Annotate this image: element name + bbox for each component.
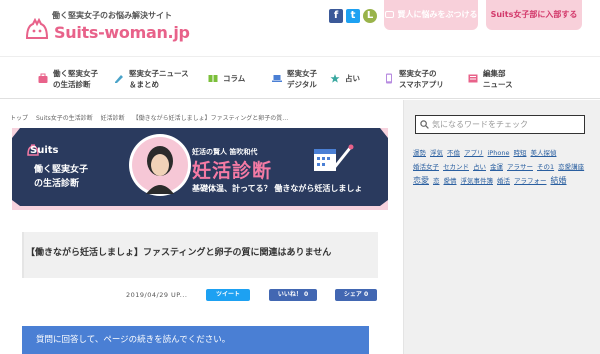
nav-item-fortune[interactable]: 占い [330, 57, 360, 100]
nav-label-line1: 堅実女子の [399, 68, 437, 78]
search-box[interactable] [415, 115, 585, 134]
nav-label-line2: の生活診断 [53, 79, 91, 89]
keyword-tag[interactable]: 運勢 [413, 147, 426, 159]
briefcase-icon [38, 73, 48, 83]
site-header: 働く堅実女子のお悩み解決サイト Suits-woman.jp f t L 賢人に… [0, 0, 600, 56]
search-input[interactable] [432, 117, 582, 132]
keyword-tag-cloud: 運勢 浮気 不倫 アプリ iPhone 時短 美人探偵婚活女子 セカンド 占い 金運 アラサー その1… [413, 147, 589, 189]
keyword-tag[interactable]: 浮気 [430, 147, 443, 159]
banner-subtitle-line2: の生活診断 [34, 179, 80, 189]
banner-brand: Suits [30, 145, 59, 156]
keyword-tag[interactable]: 時短 [513, 147, 526, 159]
pencil-icon [115, 75, 123, 83]
keyword-tag[interactable]: その1 [537, 161, 554, 173]
post-date: 2019/04/29 UP... [126, 291, 188, 299]
nav-label-line1: 編集部 [483, 68, 506, 78]
twitter-icon[interactable]: t [346, 9, 360, 23]
banner-title: 妊活診断 [192, 160, 273, 182]
nav-item-news[interactable]: 堅実女子ニュース ＆まとめ [114, 57, 189, 100]
nav-label-line1: コラム [223, 74, 246, 83]
share-button[interactable]: シェア 0 [335, 289, 377, 301]
keyword-tag[interactable]: 婚活女子 [413, 161, 439, 173]
banner-catchphrase: 基礎体温、計ってる？ 働きながら妊活しましょ [192, 184, 363, 193]
breadcrumb-item: 【働きながら妊活しましょ】ファスティングと卵子の質… [132, 115, 289, 122]
keyword-tag[interactable]: 占い [473, 161, 486, 173]
nav-label-line1: 占い [345, 74, 360, 83]
nav-item-app[interactable]: 堅実女子の スマホアプリ [384, 57, 444, 100]
keyword-tag[interactable]: 愛情 [444, 175, 457, 187]
global-nav: 働く堅実女子 の生活診断 堅実女子ニュース ＆まとめ コラム 堅実女子 デジタル… [0, 56, 600, 99]
join-button[interactable]: Suits女子部に入部する [486, 0, 582, 30]
nav-item-lifestyle[interactable]: 働く堅実女子 の生活診断 [38, 57, 98, 100]
nav-item-editorial[interactable]: 編集部 ニュース [468, 57, 513, 100]
keyword-tag[interactable]: 恋 [433, 175, 440, 187]
logo-cat-icon [25, 18, 49, 39]
keyword-tag[interactable]: セカンド [443, 161, 469, 173]
nav-label-line2: スマホアプリ [399, 79, 444, 89]
breadcrumb-item[interactable]: 妊活診断 [101, 115, 125, 122]
tweet-label: ツイート [215, 291, 240, 298]
sidebar [403, 100, 600, 354]
like-button[interactable]: いいね！ 0 [269, 289, 317, 301]
like-label: いいね！ 0 [277, 291, 309, 298]
star-icon [330, 74, 340, 83]
keyword-tag[interactable]: iPhone [488, 147, 510, 159]
line-icon[interactable]: L [363, 9, 377, 23]
nav-label-line2: ニュース [483, 79, 513, 89]
nav-item-column[interactable]: コラム [208, 57, 245, 100]
site-tagline: 働く堅実女子のお悩み解決サイト [52, 11, 172, 20]
keyword-tag[interactable]: アラフォー [514, 175, 547, 187]
keyword-tag[interactable]: 不倫 [447, 147, 460, 159]
book-icon [208, 75, 218, 82]
keyword-tag[interactable]: 恋愛講座 [558, 161, 584, 173]
nav-label-line1: 堅実女子ニュース [129, 68, 189, 78]
chat-icon [384, 11, 394, 18]
search-icon [420, 120, 429, 129]
consult-button[interactable]: 賢人に悩みをぶつける [384, 0, 478, 30]
keyword-tag[interactable]: アプリ [464, 147, 484, 159]
logo-text: Suits-woman.jp [54, 23, 190, 42]
nav-item-digital[interactable]: 堅実女子 デジタル [272, 57, 317, 100]
smartphone-icon [386, 73, 392, 84]
nav-label-line2: デジタル [287, 79, 317, 89]
facebook-icon[interactable]: f [329, 9, 343, 23]
nav-label-line1: 堅実女子 [287, 68, 317, 78]
keyword-tag[interactable]: 美人探偵 [530, 147, 556, 159]
laptop-icon [272, 75, 282, 82]
keyword-tag[interactable]: 恋愛 [413, 175, 429, 187]
nav-label-line2: ＆まとめ [129, 79, 159, 89]
quiz-cta-button[interactable]: 質問に回答して、ページの続きを読んでください。 [22, 326, 369, 354]
breadcrumb-item[interactable]: Suits女子の生活診断 [36, 115, 93, 122]
article-title: 【働きながら妊活しましょ】ファスティングと卵子の質に関連はありません [26, 248, 332, 258]
keyword-tag[interactable]: 浮気事件簿 [461, 175, 494, 187]
consult-label: 賢人に悩みをぶつける [397, 10, 478, 19]
breadcrumb-item[interactable]: トップ [10, 115, 28, 122]
join-label: Suits女子部に入部する [490, 10, 578, 19]
keyword-tag[interactable]: 婚活 [497, 175, 510, 187]
keyword-tag[interactable]: 結婚 [551, 175, 567, 187]
newspaper-icon [468, 74, 478, 83]
tweet-button[interactable]: ツイート [206, 289, 250, 301]
nav-label-line1: 働く堅実女子 [53, 68, 98, 78]
banner-subtitle-line1: 働く堅実女子 [34, 165, 89, 175]
keyword-tag[interactable]: 金運 [490, 161, 503, 173]
share-label: シェア 0 [343, 291, 369, 298]
keyword-tag[interactable]: アラサー [507, 161, 533, 173]
breadcrumb: トップ Suits女子の生活診断 妊活診断 【働きながら妊活しましょ】ファスティ… [10, 113, 294, 122]
